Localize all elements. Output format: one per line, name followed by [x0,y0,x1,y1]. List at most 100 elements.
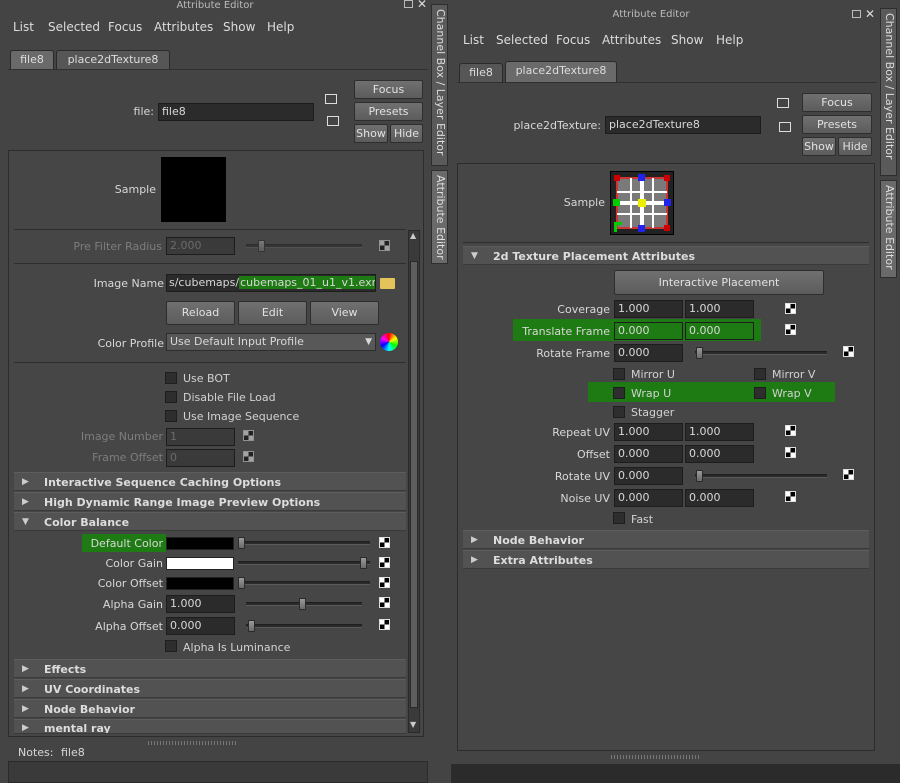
alpha-is-luminance-checkbox[interactable] [165,640,177,652]
menu-help[interactable]: Help [267,20,294,34]
color-gain-map-icon[interactable] [379,557,390,568]
color-offset-slider[interactable] [238,577,370,589]
offset-v-field[interactable]: 0.000 [685,445,754,463]
input-connection-icon[interactable] [777,98,789,108]
slider-knob[interactable] [696,470,703,482]
slider-knob[interactable] [248,620,255,632]
rotate-uv-slider[interactable] [695,470,827,482]
translate-frame-v-field[interactable]: 0.000 [685,322,754,340]
section-node-behavior[interactable]: ▶ Node Behavior [14,699,406,718]
translate-frame-map-icon[interactable] [785,324,796,335]
left-float-icon[interactable] [404,0,413,8]
color-offset-swatch[interactable] [166,577,234,590]
hide-button[interactable]: Hide [838,137,872,156]
menu-show[interactable]: Show [223,20,255,34]
slider-knob[interactable] [360,557,367,569]
focus-button[interactable]: Focus [354,80,423,99]
slider-knob[interactable] [696,347,703,359]
section-node-behavior[interactable]: ▶ Node Behavior [463,530,869,549]
alpha-offset-field[interactable]: 0.000 [166,617,235,635]
attribute-editor-tab-right[interactable]: Attribute Editor [880,180,897,278]
image-number-map-icon[interactable] [243,430,254,441]
resize-grip[interactable] [611,755,701,759]
disable-file-load-checkbox[interactable] [165,391,177,403]
default-color-swatch[interactable] [166,537,234,550]
image-number-field[interactable]: 1 [166,428,235,446]
image-name-field[interactable]: s/cubemaps/cubemaps_01_u1_v1.exr [166,274,376,292]
menu-show[interactable]: Show [671,33,703,47]
attribute-editor-tab-left[interactable]: Attribute Editor [431,170,448,264]
alpha-offset-slider[interactable] [246,620,362,632]
reload-button[interactable]: Reload [166,301,235,325]
repeat-uv-map-icon[interactable] [785,425,796,436]
tab-place2dtexture8[interactable]: place2dTexture8 [56,50,170,69]
folder-icon[interactable] [380,278,395,289]
scroll-down-icon[interactable]: ▼ [410,720,416,729]
tab-file8[interactable]: file8 [10,50,54,69]
use-bot-checkbox[interactable] [165,372,177,384]
rotate-frame-slider[interactable] [695,347,827,359]
menu-focus[interactable]: Focus [108,20,142,34]
rotate-uv-map-icon[interactable] [843,469,854,480]
wrap-v-checkbox[interactable] [754,387,766,399]
scroll-thumb[interactable] [410,261,418,708]
resize-grip[interactable] [148,741,238,745]
default-color-slider[interactable] [238,537,370,549]
noise-uv-map-icon[interactable] [785,491,796,502]
node-name-field[interactable]: place2dTexture8 [605,116,761,134]
slider-knob[interactable] [258,240,265,252]
show-button[interactable]: Show [354,124,388,143]
section-2d-texture-placement[interactable]: ▼ 2d Texture Placement Attributes [463,246,869,265]
node-name-field[interactable]: file8 [158,103,314,121]
presets-button[interactable]: Presets [354,102,423,121]
rotate-uv-field[interactable]: 0.000 [614,467,683,485]
input-connection-icon[interactable] [325,94,337,104]
wrap-u-checkbox[interactable] [613,387,625,399]
rotate-frame-field[interactable]: 0.000 [614,344,683,362]
alpha-gain-field[interactable]: 1.000 [166,595,235,613]
right-close-icon[interactable]: ✕ [865,7,875,21]
frame-offset-field[interactable]: 0 [166,449,235,467]
translate-frame-u-field[interactable]: 0.000 [614,322,683,340]
output-connection-icon[interactable] [779,122,791,132]
edit-button[interactable]: Edit [238,301,307,325]
alpha-gain-slider[interactable] [246,598,362,610]
section-hdr-preview[interactable]: ▶ High Dynamic Range Image Preview Option… [14,492,406,511]
view-button[interactable]: View [310,301,379,325]
alpha-gain-map-icon[interactable] [379,597,390,608]
menu-selected[interactable]: Selected [496,33,548,47]
menu-selected[interactable]: Selected [48,20,100,34]
slider-knob[interactable] [299,598,306,610]
frame-offset-map-icon[interactable] [243,451,254,462]
menu-attributes[interactable]: Attributes [154,20,213,34]
noise-v-field[interactable]: 0.000 [685,489,754,507]
section-uv-coordinates[interactable]: ▶ UV Coordinates [14,679,406,698]
menu-list[interactable]: List [463,33,484,47]
color-wheel-icon[interactable] [380,333,398,351]
coverage-u-field[interactable]: 1.000 [614,300,683,318]
alpha-offset-map-icon[interactable] [379,619,390,630]
tab-file8[interactable]: file8 [459,63,503,82]
rotate-frame-map-icon[interactable] [843,346,854,357]
section-extra-attributes[interactable]: ▶ Extra Attributes [463,550,869,569]
section-effects[interactable]: ▶ Effects [14,659,406,678]
presets-button[interactable]: Presets [802,115,872,134]
fast-checkbox[interactable] [613,512,625,524]
tab-place2dtexture8[interactable]: place2dTexture8 [505,61,617,82]
color-offset-map-icon[interactable] [379,577,390,588]
section-mental-ray[interactable]: ▶ mental ray [14,719,406,734]
hide-button[interactable]: Hide [390,124,423,143]
notes-textarea[interactable] [8,761,428,783]
slider-knob[interactable] [238,537,245,549]
menu-list[interactable]: List [13,20,34,34]
menu-help[interactable]: Help [716,33,743,47]
right-float-icon[interactable] [852,10,861,18]
pre-filter-map-icon[interactable] [379,240,390,251]
pre-filter-radius-field[interactable]: 2.000 [166,237,235,255]
color-gain-slider[interactable] [238,557,370,569]
repeat-v-field[interactable]: 1.000 [685,423,754,441]
interactive-placement-button[interactable]: Interactive Placement [614,270,824,295]
mirror-v-checkbox[interactable] [754,368,766,380]
offset-u-field[interactable]: 0.000 [614,445,683,463]
left-scrollbar[interactable]: ▲ ▼ [408,230,420,733]
